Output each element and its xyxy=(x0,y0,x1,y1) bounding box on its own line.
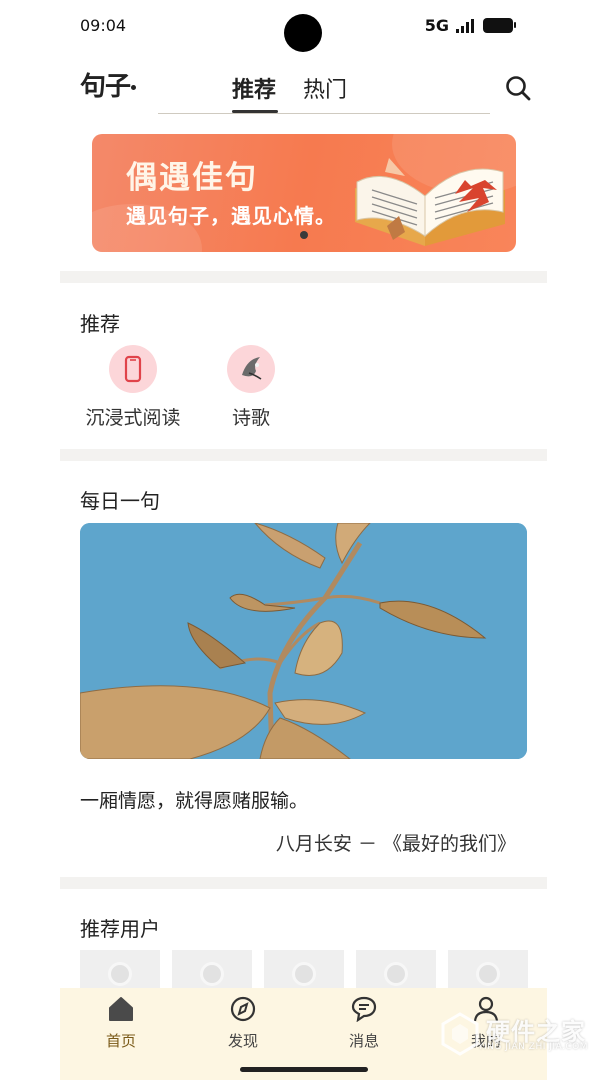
daily-quote: 一厢情愿，就得愿赌服输。 xyxy=(80,790,309,812)
home-indicator[interactable] xyxy=(240,1067,368,1072)
phone-icon xyxy=(109,345,157,393)
app-logo: 句子 xyxy=(80,66,137,103)
rec-item-label: 沉浸式阅读 xyxy=(85,407,181,429)
poetry-icon xyxy=(227,345,275,393)
battery-icon xyxy=(483,18,516,33)
quote-source: 八月长安 － 《最好的我们》 xyxy=(275,833,516,855)
rec-item-label: 诗歌 xyxy=(231,407,270,429)
banner-subtitle: 遇见句子，遇见心情。 xyxy=(126,204,336,228)
nav-home[interactable]: 首页 xyxy=(86,996,156,1051)
rec-item-poetry[interactable]: 诗歌 xyxy=(212,345,290,430)
nav-home-label: 首页 xyxy=(105,1032,136,1050)
daily-photo[interactable] xyxy=(80,523,527,759)
nav-messages[interactable]: 消息 xyxy=(329,996,399,1051)
status-bar: 09:04 5G xyxy=(0,0,607,52)
message-icon xyxy=(351,996,377,1023)
tab-active-indicator xyxy=(232,110,278,113)
tab-recommend[interactable]: 推荐 xyxy=(232,72,276,104)
avatar xyxy=(476,962,500,986)
section-divider xyxy=(60,449,547,461)
avatar xyxy=(384,962,408,986)
avatar xyxy=(108,962,132,986)
section-divider xyxy=(60,271,547,283)
promo-banner[interactable]: 偶遇佳句 遇见句子，遇见心情。 xyxy=(92,134,516,252)
compass-icon xyxy=(230,996,256,1022)
rec-item-immersive-reading[interactable]: 沉浸式阅读 xyxy=(84,345,182,430)
logo-dot xyxy=(131,85,137,90)
camera-cutout xyxy=(284,14,322,52)
home-icon xyxy=(109,997,133,1021)
users-title: 推荐用户 xyxy=(80,917,160,941)
banner-page-dot xyxy=(300,231,308,239)
signal-icon xyxy=(456,18,474,33)
watermark-subtext: YING JIAN ZHI JIA.COM xyxy=(478,1042,589,1052)
section-divider xyxy=(60,877,547,889)
open-book-illustration xyxy=(355,158,505,246)
avatar xyxy=(200,962,224,986)
nav-messages-label: 消息 xyxy=(348,1032,379,1050)
status-time: 09:04 xyxy=(80,16,127,35)
recommend-title: 推荐 xyxy=(80,312,120,336)
avatar xyxy=(292,962,316,986)
logo-text: 句子 xyxy=(80,72,131,102)
top-header: 句子 推荐 热门 xyxy=(0,60,607,118)
nav-discover-label: 发现 xyxy=(227,1032,258,1050)
banner-title: 偶遇佳句 xyxy=(126,160,258,196)
network-label: 5G xyxy=(424,16,449,35)
top-tabs: 推荐 热门 xyxy=(158,60,490,114)
tab-hot[interactable]: 热门 xyxy=(303,72,347,104)
watermark-logo-icon xyxy=(441,1012,479,1056)
daily-title: 每日一句 xyxy=(80,489,160,513)
watermark: 硬件之家 YING JIAN ZHI JIA.COM xyxy=(440,1010,600,1058)
search-icon[interactable] xyxy=(504,74,532,102)
status-indicators: 5G xyxy=(424,16,516,35)
nav-discover[interactable]: 发现 xyxy=(208,996,278,1051)
